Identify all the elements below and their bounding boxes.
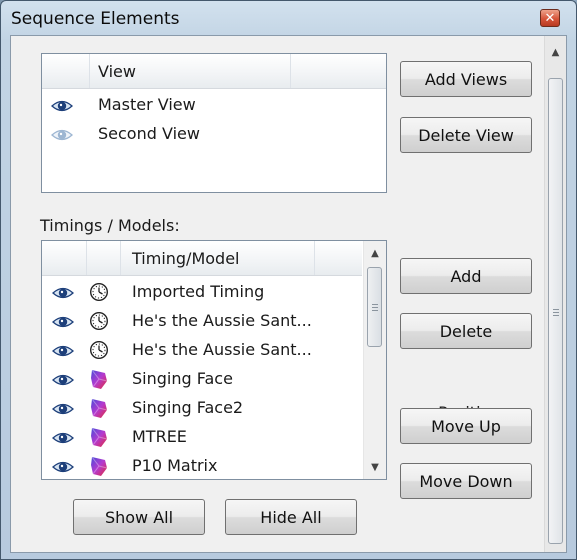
clock-icon bbox=[89, 311, 109, 331]
timings-models-label: Timings / Models: bbox=[40, 216, 180, 235]
column-separator[interactable] bbox=[86, 241, 87, 275]
list-scrollbar[interactable]: ▲ ▼ bbox=[363, 241, 386, 479]
eye-icon[interactable] bbox=[52, 344, 74, 358]
eye-icon[interactable] bbox=[52, 315, 74, 329]
views-list-header: View bbox=[42, 54, 386, 89]
face-model-icon bbox=[91, 398, 108, 418]
view-column-header[interactable]: View bbox=[98, 62, 136, 81]
column-separator[interactable] bbox=[89, 54, 90, 88]
list-item[interactable]: Singing Face2 bbox=[42, 394, 362, 423]
scroll-down-arrow-icon[interactable]: ▼ bbox=[364, 457, 386, 477]
face-model-icon bbox=[91, 427, 108, 447]
list-item[interactable]: He's the Aussie Sant... bbox=[42, 336, 362, 365]
timing-model-name: P10 Matrix bbox=[132, 456, 218, 475]
dialog-client-area: View Master View Second View Add Views D… bbox=[10, 35, 567, 553]
eye-icon[interactable] bbox=[51, 99, 73, 113]
move-up-button[interactable]: Move Up bbox=[400, 408, 532, 444]
face-model-icon bbox=[91, 369, 108, 389]
add-button[interactable]: Add bbox=[400, 258, 532, 294]
timing-model-name: Singing Face bbox=[132, 369, 233, 388]
scroll-up-arrow-icon[interactable]: ▲ bbox=[545, 42, 566, 62]
face-model-icon bbox=[91, 456, 108, 476]
view-row-master[interactable]: Master View bbox=[42, 91, 386, 120]
eye-icon[interactable] bbox=[51, 128, 73, 142]
column-separator[interactable] bbox=[290, 54, 291, 88]
window-title: Sequence Elements bbox=[11, 9, 180, 29]
list-scroll-thumb[interactable] bbox=[367, 267, 382, 347]
timing-model-name: Singing Face2 bbox=[132, 398, 244, 417]
list-item[interactable]: Singing Face bbox=[42, 365, 362, 394]
window-scroll-thumb[interactable] bbox=[548, 78, 563, 544]
clock-icon bbox=[89, 340, 109, 360]
timing-model-name: He's the Aussie Sant... bbox=[132, 311, 312, 330]
column-separator[interactable] bbox=[314, 241, 315, 275]
clock-icon bbox=[89, 282, 109, 302]
timings-models-list[interactable]: Timing/Model Imported Timing He's the Au… bbox=[41, 240, 387, 480]
list-item[interactable]: Imported Timing bbox=[42, 278, 362, 307]
eye-icon[interactable] bbox=[52, 431, 74, 445]
eye-icon[interactable] bbox=[52, 402, 74, 416]
sequence-elements-window: Sequence Elements ✕ View Master View Sec… bbox=[0, 0, 577, 560]
delete-view-button[interactable]: Delete View bbox=[400, 117, 532, 153]
close-button[interactable]: ✕ bbox=[540, 9, 560, 27]
window-scrollbar[interactable]: ▲ bbox=[544, 36, 566, 552]
eye-icon[interactable] bbox=[52, 373, 74, 387]
list-item[interactable]: P10 Matrix bbox=[42, 452, 362, 479]
delete-button[interactable]: Delete bbox=[400, 313, 532, 349]
scroll-up-arrow-icon[interactable]: ▲ bbox=[364, 243, 386, 263]
timings-list-header: Timing/Model bbox=[42, 241, 362, 276]
timing-model-column-header[interactable]: Timing/Model bbox=[132, 249, 239, 268]
move-down-button[interactable]: Move Down bbox=[400, 463, 532, 499]
view-name: Second View bbox=[98, 124, 200, 143]
timing-model-name: Imported Timing bbox=[132, 282, 265, 301]
view-name: Master View bbox=[98, 95, 196, 114]
timing-model-name: MTREE bbox=[132, 427, 187, 446]
timing-model-name: He's the Aussie Sant... bbox=[132, 340, 312, 359]
list-item[interactable]: He's the Aussie Sant... bbox=[42, 307, 362, 336]
column-separator[interactable] bbox=[120, 241, 121, 275]
close-icon: ✕ bbox=[544, 10, 556, 26]
hide-all-button[interactable]: Hide All bbox=[225, 499, 357, 535]
view-row-second[interactable]: Second View bbox=[42, 120, 386, 149]
views-list[interactable]: View Master View Second View bbox=[41, 53, 387, 193]
add-views-button[interactable]: Add Views bbox=[400, 61, 532, 97]
eye-icon[interactable] bbox=[52, 286, 74, 300]
list-item[interactable]: MTREE bbox=[42, 423, 362, 452]
show-all-button[interactable]: Show All bbox=[73, 499, 205, 535]
eye-icon[interactable] bbox=[52, 460, 74, 474]
